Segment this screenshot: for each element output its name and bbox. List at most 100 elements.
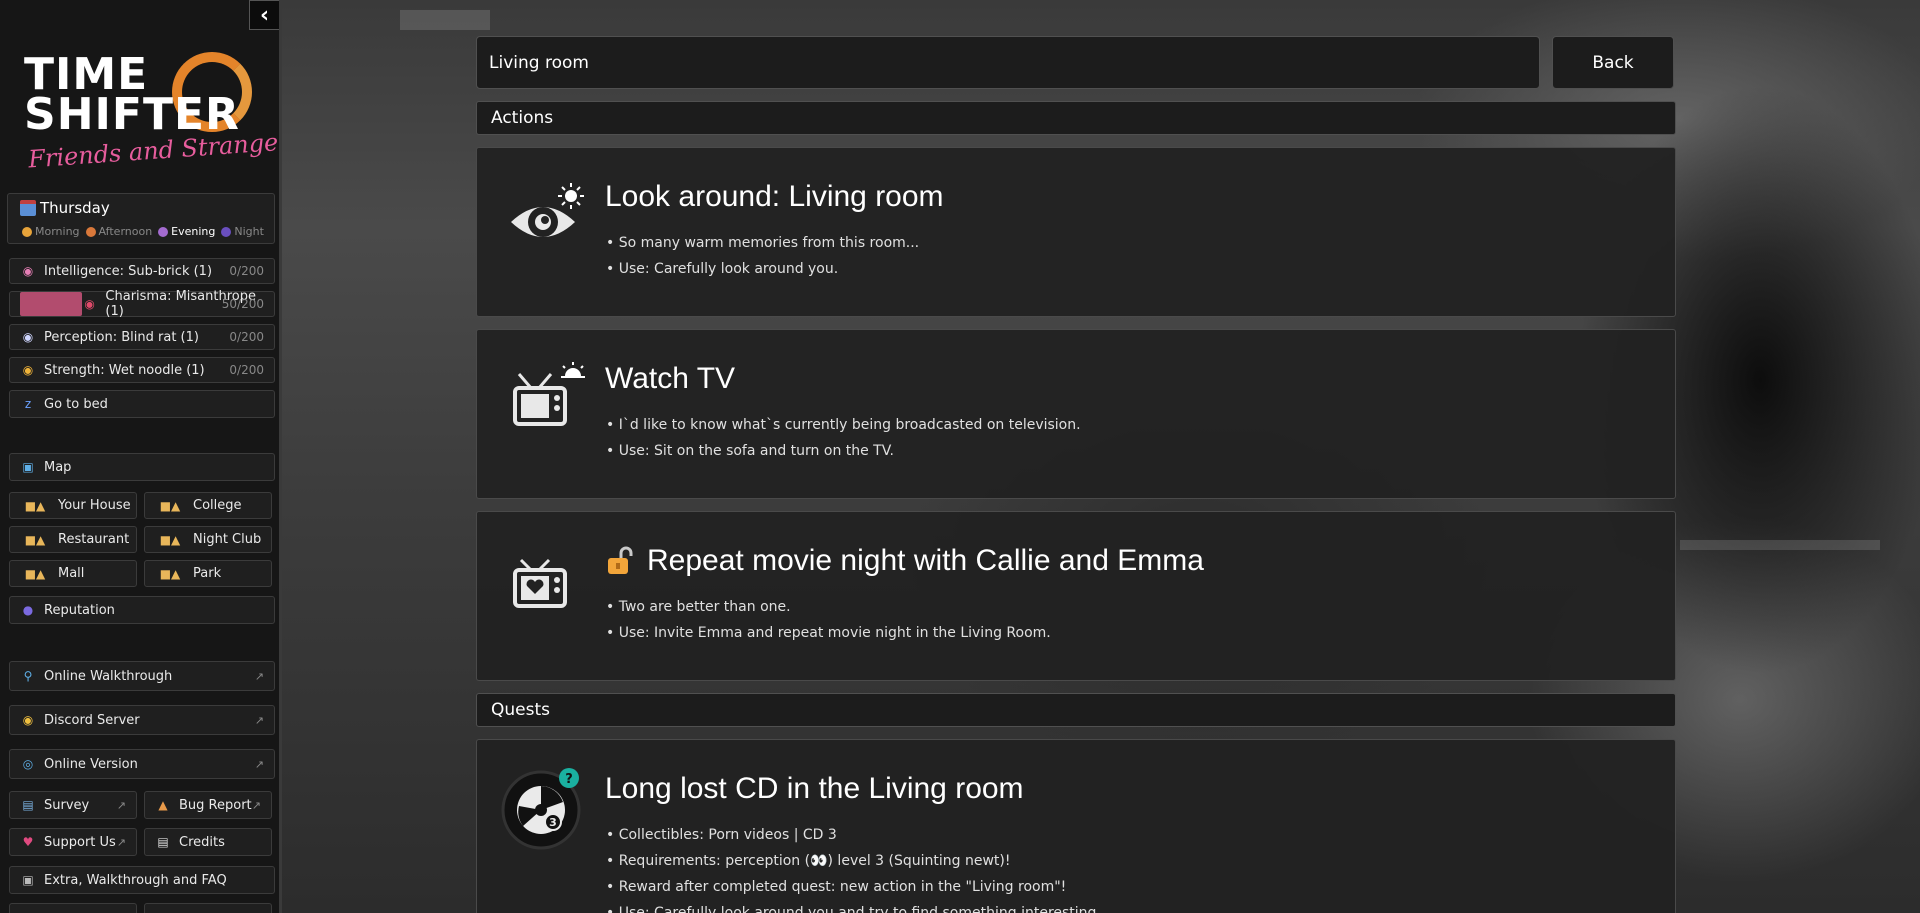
collapse-sidebar-button[interactable]: ‹ [249, 0, 279, 30]
eye-icon [505, 178, 585, 258]
quest-title: Long lost CD in the Living room [605, 772, 1024, 805]
sunset-icon [85, 226, 96, 237]
tv-heart-icon [505, 542, 585, 622]
taxi-mall-icon: ■▲ [24, 566, 46, 581]
lips-icon: ◉ [84, 297, 95, 311]
time-morning: Morning [22, 225, 80, 238]
eyes-icon: ◉ [22, 330, 34, 344]
stat-intelligence[interactable]: ◉ Intelligence: Sub-brick (1) 0/200 [9, 258, 275, 284]
description-line: Use: Sit on the sofa and turn on the TV. [606, 438, 1081, 464]
description-line: I`d like to know what`s currently being … [606, 412, 1081, 438]
location-title: Living room [476, 36, 1540, 89]
quest-badge: ? [565, 772, 573, 787]
time-evening: Evening [158, 225, 215, 238]
calendar-icon [20, 200, 36, 216]
map-button[interactable]: ▣ Map [9, 453, 275, 481]
action-title: Repeat movie night with Callie and Emma [647, 544, 1204, 577]
heart-icon: ♥ [22, 835, 34, 849]
globe-icon: ◎ [22, 757, 34, 771]
moon-icon [221, 226, 232, 237]
logo-line-2: SHIFTER [24, 89, 240, 140]
credits-button[interactable]: ▤ Credits [144, 828, 272, 856]
bug-icon: ▲ [158, 798, 168, 812]
evening-icon [158, 226, 169, 237]
online-version-link[interactable]: ◎ Online Version ↗ [9, 749, 275, 779]
external-link-icon: ↗ [116, 798, 126, 812]
muscle-icon: ◉ [22, 363, 34, 377]
stat-perception[interactable]: ◉ Perception: Blind rat (1) 0/200 [9, 324, 275, 350]
description-line: Requirements: perception (👀) level 3 (Sq… [606, 848, 1101, 874]
discord-server-link[interactable]: ◉ Discord Server ↗ [9, 705, 275, 735]
external-link-icon: ↗ [116, 835, 126, 849]
taxi-night-club-icon: ■▲ [159, 532, 181, 547]
brain-icon: ◉ [22, 264, 34, 278]
taxi-park-icon: ■▲ [159, 566, 181, 581]
description-line: So many warm memories from this room... [606, 230, 919, 256]
taxi-house-icon: ■▲ [24, 498, 46, 513]
time-of-day-list: Morning Afternoon Evening Night [22, 225, 264, 238]
quest-description: Collectibles: Porn videos | CD 3 Require… [606, 822, 1101, 913]
sidebar-button-partial[interactable] [9, 903, 137, 913]
location-restaurant[interactable]: ■▲ Restaurant [9, 526, 137, 553]
sidebar-button-partial[interactable] [144, 903, 272, 913]
action-description: Two are better than one. Use: Invite Emm… [606, 594, 1051, 646]
description-line: Reward after completed quest: new action… [618, 879, 1067, 895]
game-logo: TIME SHIFTER Friends and Strangers [20, 50, 279, 180]
quest-long-lost-cd[interactable]: 3 ? Long lost CD in the Living room Coll… [476, 739, 1676, 913]
actions-header: Actions [476, 101, 1676, 135]
map-icon: ▣ [22, 460, 34, 474]
survey-icon: ▤ [22, 798, 34, 812]
time-afternoon: Afternoon [85, 225, 152, 238]
external-link-icon: ↗ [254, 713, 264, 727]
bell-icon: ◉ [22, 713, 34, 727]
location-night-club[interactable]: ■▲ Night Club [144, 526, 272, 553]
description-line: Two are better than one. [606, 594, 1051, 620]
charisma-progress-fill [20, 292, 82, 316]
stat-strength[interactable]: ◉ Strength: Wet noodle (1) 0/200 [9, 357, 275, 383]
bug-report-link[interactable]: ▲ Bug Report ↗ [144, 791, 272, 819]
action-look-around[interactable]: Look around: Living room So many warm me… [476, 147, 1676, 317]
sun-icon [22, 226, 32, 237]
online-walkthrough-link[interactable]: ⚲ Online Walkthrough ↗ [9, 661, 275, 691]
unlocked-padlock-icon [605, 546, 635, 576]
location-mall[interactable]: ■▲ Mall [9, 560, 137, 587]
external-link-icon: ↗ [254, 757, 264, 771]
action-movie-night[interactable]: Repeat movie night with Callie and Emma … [476, 511, 1676, 681]
description-line: Use: Carefully look around you and try t… [606, 900, 1101, 913]
action-description: So many warm memories from this room... … [606, 230, 919, 282]
description-line: Use: Carefully look around you. [606, 256, 919, 282]
go-to-bed-button[interactable]: z Go to bed [9, 390, 275, 418]
reputation-button[interactable]: ● Reputation [9, 596, 275, 624]
sleep-icon: z [24, 397, 32, 411]
document-icon: ▤ [157, 835, 169, 849]
survey-link[interactable]: ▤ Survey ↗ [9, 791, 137, 819]
action-description: I`d like to know what`s currently being … [606, 412, 1081, 464]
description-line: Collectibles: Porn videos | CD 3 [606, 822, 1101, 848]
location-college[interactable]: ■▲ College [144, 492, 272, 519]
tv-icon [505, 360, 585, 440]
day-name: Thursday [40, 199, 110, 217]
location-your-house[interactable]: ■▲ Your House [9, 492, 137, 519]
sidebar: ‹ TIME SHIFTER Friends and Strangers Thu… [0, 0, 282, 913]
time-night: Night [221, 225, 264, 238]
magnifier-icon: ⚲ [23, 669, 33, 683]
main-content: Living room Back Actions Look around: Li… [476, 0, 1676, 913]
action-title: Look around: Living room [605, 180, 944, 213]
back-button[interactable]: Back [1552, 36, 1674, 89]
stat-charisma[interactable]: ◉ Charisma: Misanthrope (1) 50/200 [9, 289, 275, 319]
support-us-link[interactable]: ♥ Support Us ↗ [9, 828, 137, 856]
chevron-left-icon: ‹ [259, 2, 270, 28]
external-link-icon: ↗ [251, 798, 261, 812]
external-link-icon: ↗ [254, 669, 264, 683]
action-title: Watch TV [605, 362, 736, 395]
people-icon: ● [22, 603, 34, 617]
extra-faq-button[interactable]: ▣ Extra, Walkthrough and FAQ [9, 866, 275, 894]
bg-detail [1680, 540, 1880, 550]
cd-number: 3 [549, 816, 557, 829]
day-panel: Thursday Morning Afternoon Evening Night [7, 193, 275, 244]
taxi-restaurant-icon: ■▲ [24, 532, 46, 547]
quests-header: Quests [476, 693, 1676, 727]
action-watch-tv[interactable]: Watch TV I`d like to know what`s current… [476, 329, 1676, 499]
location-park[interactable]: ■▲ Park [144, 560, 272, 587]
taxi-college-icon: ■▲ [159, 498, 181, 513]
